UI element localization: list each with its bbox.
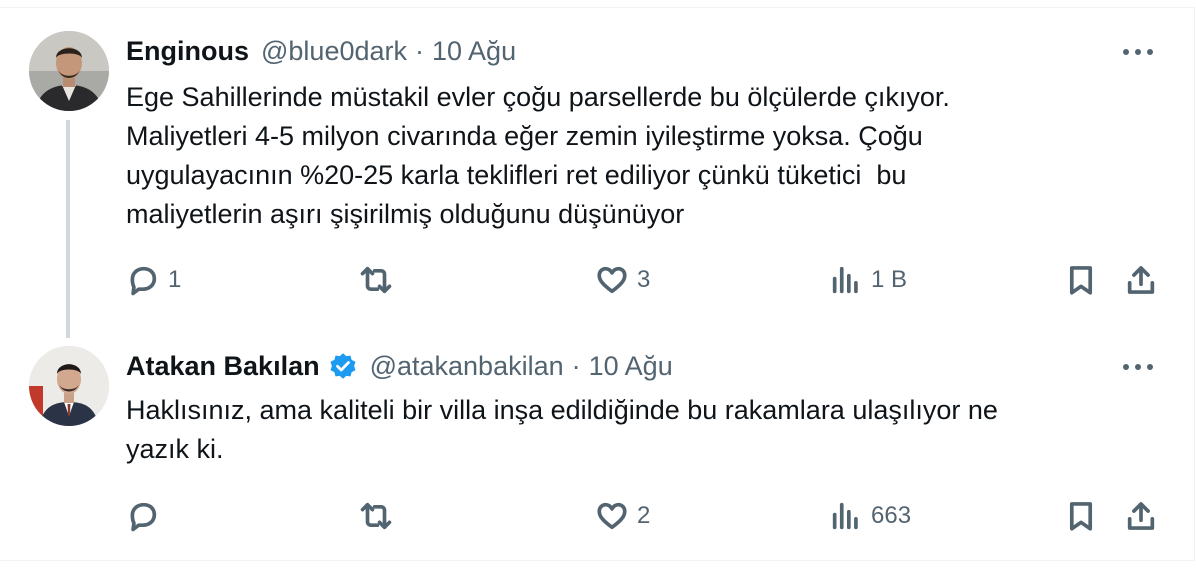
separator-dot: · (415, 35, 424, 66)
reply-button[interactable] (126, 496, 168, 536)
display-name[interactable]: Atakan Bakılan (126, 351, 320, 382)
tweet-header: Atakan Bakılan @atakanbakilan · 10 Ağu (126, 350, 673, 382)
tweet-text: Ege Sahillerinde müstakil evler çoğu par… (126, 78, 1126, 234)
views-icon (832, 266, 858, 294)
thread-connector-line (66, 120, 70, 338)
like-button[interactable]: 3 (595, 260, 650, 300)
reply-icon (130, 502, 157, 532)
tweet-1[interactable]: Enginous @blue0dark · 10 Ağu Ege Sahille… (0, 0, 1196, 340)
bookmark-icon (1069, 266, 1093, 295)
tweet-header: Enginous @blue0dark · 10 Ağu (126, 35, 516, 67)
tweet-actions: 1 3 1 B (0, 260, 1196, 300)
retweet-icon (360, 502, 392, 530)
more-options-button[interactable] (1118, 37, 1158, 67)
tweet-text-line: uygulayacının %20-25 karla teklifleri re… (126, 160, 907, 190)
heart-icon (597, 502, 627, 530)
share-icon (1127, 266, 1155, 294)
like-count: 2 (637, 502, 651, 529)
bookmark-button[interactable] (1064, 260, 1098, 300)
more-icon (1123, 364, 1153, 370)
bookmark-icon (1069, 502, 1093, 531)
reply-button[interactable]: 1 (126, 260, 181, 300)
avatar-atakan[interactable] (29, 346, 109, 426)
tweet-text-line: maliyetlerin aşırı şişirilmiş olduğunu d… (126, 199, 685, 229)
tweet-text: Haklısınız, ama kaliteli bir villa inşa … (126, 391, 1126, 469)
reply-icon (130, 266, 157, 296)
tweet-date[interactable]: 10 Ağu (432, 36, 516, 67)
tweet-text-line: Maliyetleri 4-5 milyon civarında eğer ze… (126, 121, 923, 151)
heart-icon (597, 266, 627, 294)
retweet-button[interactable] (359, 496, 401, 536)
reply-count: 1 (168, 266, 182, 293)
bookmark-button[interactable] (1064, 496, 1098, 536)
views-button[interactable]: 1 B (829, 260, 907, 300)
like-button[interactable]: 2 (595, 496, 650, 536)
user-handle[interactable]: @blue0dark (261, 36, 407, 67)
views-count: 1 B (871, 266, 908, 293)
like-count: 3 (637, 266, 651, 293)
retweet-button[interactable] (359, 260, 401, 300)
share-icon (1127, 502, 1155, 530)
tweet-text-line: yazık ki. (126, 434, 224, 464)
share-button[interactable] (1124, 496, 1158, 536)
display-name[interactable]: Enginous (126, 36, 249, 67)
verified-badge-icon[interactable] (328, 351, 358, 381)
user-handle[interactable]: @atakanbakilan (370, 351, 564, 382)
tweet-text-line: Haklısınız, ama kaliteli bir villa inşa … (126, 395, 998, 425)
tweet-text-line: Ege Sahillerinde müstakil evler çoğu par… (126, 82, 950, 112)
views-count: 663 (871, 502, 912, 529)
separator-dot: · (571, 350, 581, 381)
retweet-icon (360, 266, 392, 294)
more-options-button[interactable] (1118, 352, 1158, 382)
tweet-actions: 2 663 (0, 496, 1196, 536)
views-button[interactable]: 663 (829, 496, 911, 536)
share-button[interactable] (1124, 260, 1158, 300)
tweet-date[interactable]: 10 Ağu (589, 351, 673, 382)
avatar-enginous[interactable] (29, 31, 109, 111)
tweet-2[interactable]: Atakan Bakılan @atakanbakilan · 10 Ağu H… (0, 340, 1196, 560)
views-icon (832, 502, 858, 530)
more-icon (1123, 49, 1153, 55)
